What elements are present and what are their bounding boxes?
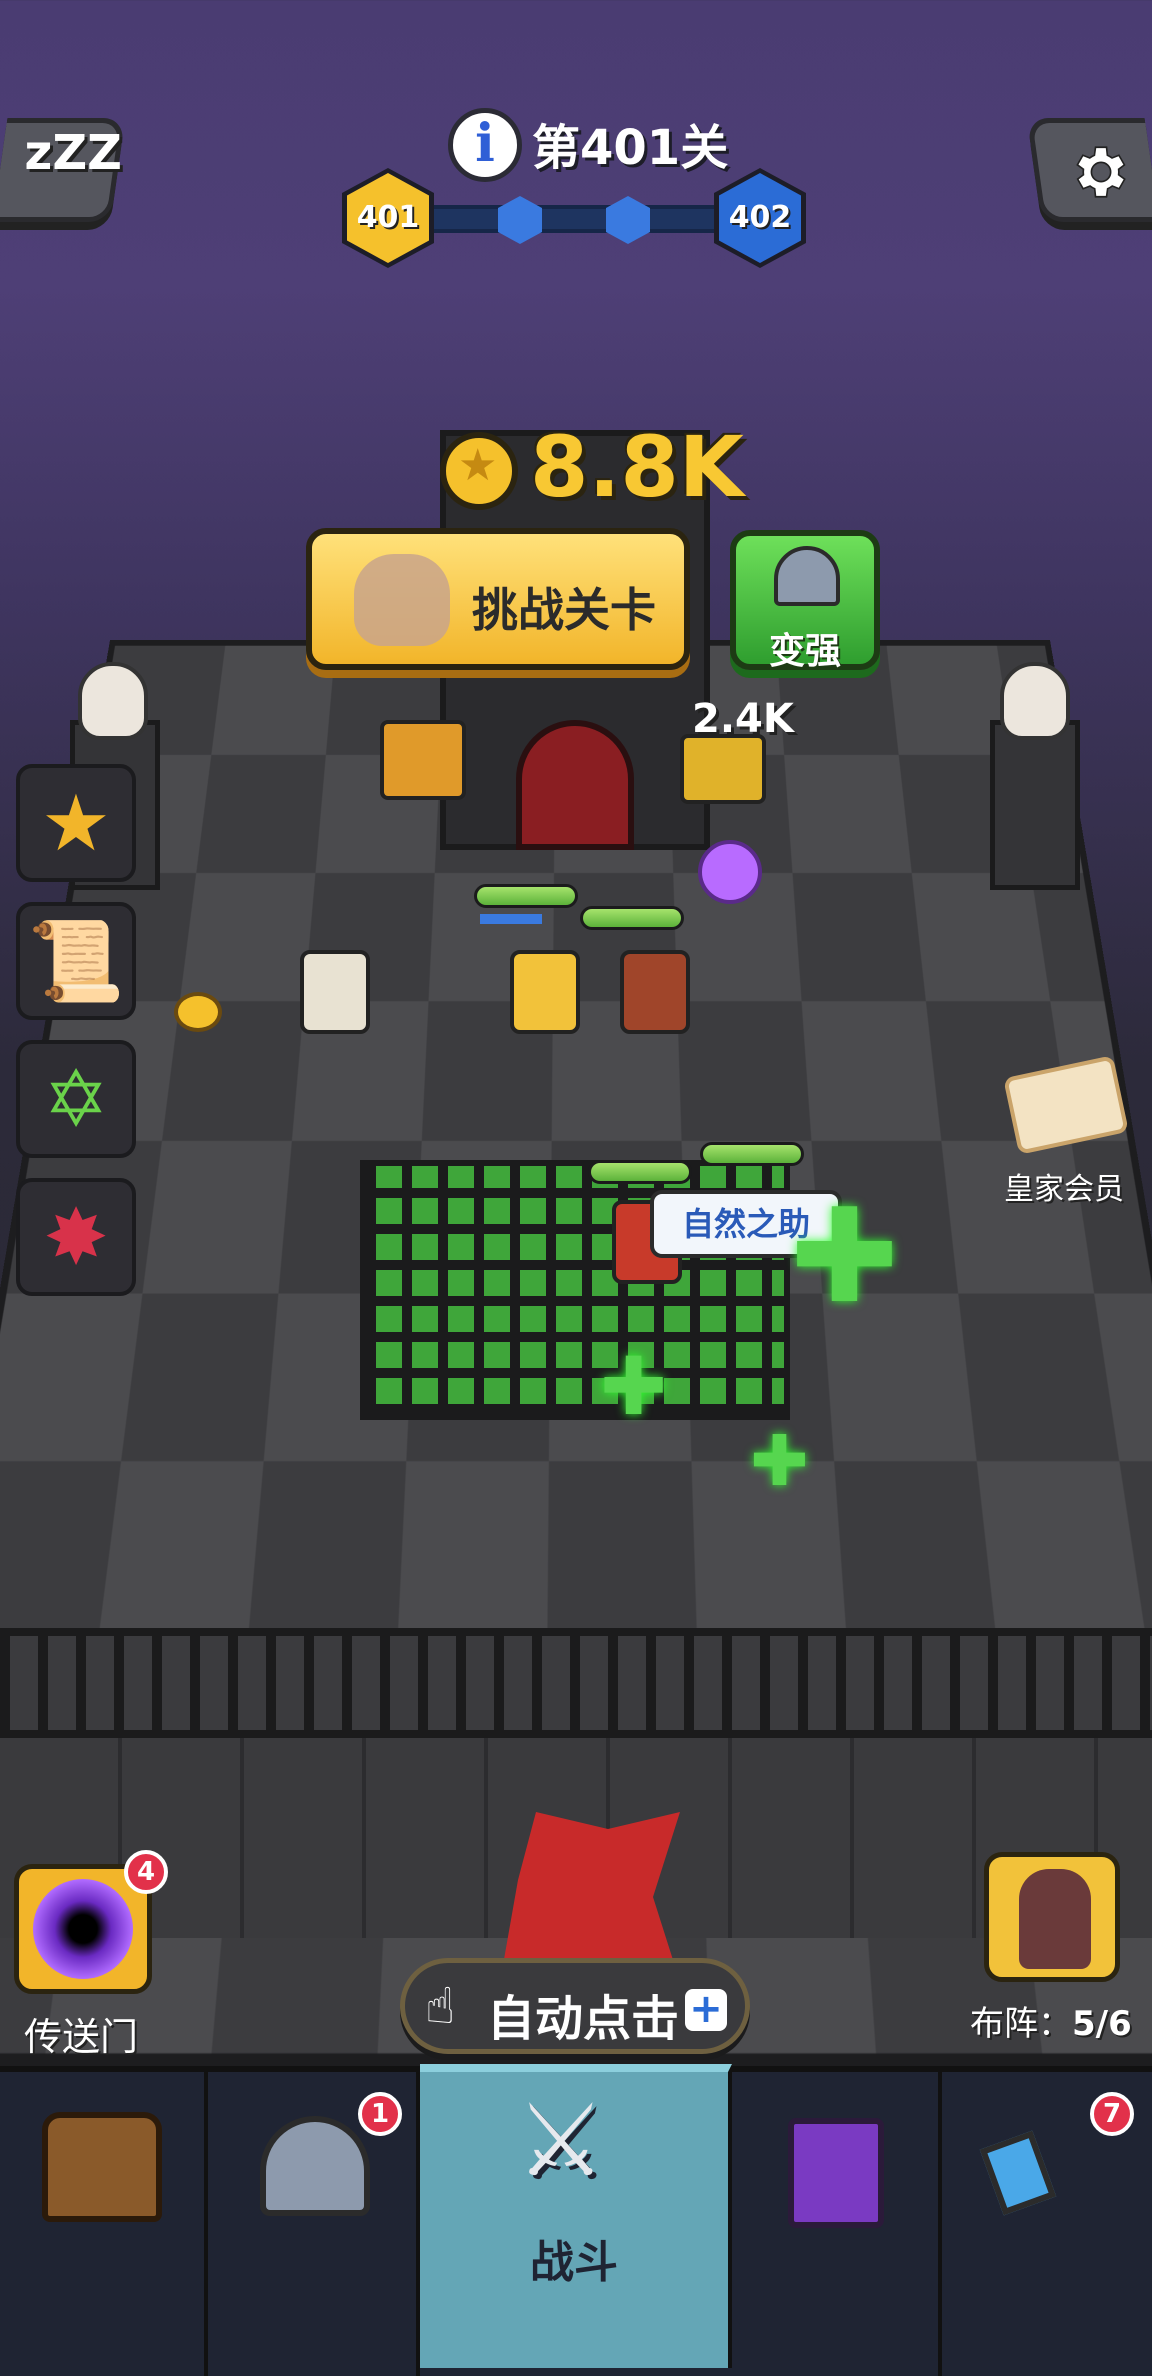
auto-click-button[interactable]: ☝ 自动点击 + <box>400 1958 750 2054</box>
sleep-button[interactable]: zZZ <box>0 118 126 222</box>
gold-coin-icon <box>440 432 518 510</box>
treasure-chest-icon <box>42 2112 162 2222</box>
left-skull-statue <box>78 662 148 740</box>
damage-popup: 2.4K <box>692 696 794 742</box>
winged-helmet-icon <box>774 546 840 606</box>
portal-vortex-icon <box>33 1879 133 1979</box>
heal-plus-icon: ✚ <box>600 1340 668 1433</box>
heal-plus-icon: ✚ <box>750 1420 809 1502</box>
hero-portrait-icon <box>1019 1869 1091 1969</box>
portal-label: 传送门 <box>24 2015 139 2059</box>
crossed-swords-icon: ⚔ <box>516 2082 606 2199</box>
auto-click-label: 自动点击 <box>487 1991 680 2047</box>
portal-badge: 4 <box>124 1850 168 1894</box>
formation-button[interactable] <box>984 1852 1120 1982</box>
gate-door <box>516 720 634 850</box>
enemy-block <box>380 720 466 800</box>
settings-button[interactable] <box>1026 118 1152 222</box>
spellbook-icon <box>788 2118 884 2228</box>
red-emblem-icon: ✸ <box>43 1193 109 1283</box>
level-title: 第401关 <box>532 120 729 176</box>
challenge-level-button[interactable]: 挑战关卡 <box>306 528 690 670</box>
hero-golden-warrior <box>510 950 580 1034</box>
enemy-health-bar <box>474 884 578 908</box>
add-icon[interactable]: + <box>685 1989 727 2031</box>
heal-plus-icon: ✚ <box>790 1180 899 1332</box>
enemy-brown-fighter <box>620 950 690 1034</box>
iron-fence <box>0 1628 1152 1738</box>
info-icon[interactable]: i <box>448 108 522 182</box>
artifacts-badge: 7 <box>1090 2092 1134 2136</box>
enemy-mana-bar <box>480 914 542 924</box>
current-level-badge: 401 <box>342 168 434 268</box>
formation-count: 5/6 <box>1072 2004 1132 2044</box>
podium-star-icon: ★ <box>41 779 111 869</box>
tab-battle[interactable]: ⚔ 战斗 <box>420 2064 732 2368</box>
royal-member-label[interactable]: 皇家会员 <box>1004 1164 1124 1208</box>
scroll-button[interactable]: 📜 <box>16 902 136 1020</box>
tab-battle-label: 战斗 <box>530 2237 618 2288</box>
progress-node <box>606 196 650 244</box>
gold-amount: 8.8K <box>530 418 744 516</box>
hero-white-knight <box>300 950 370 1034</box>
enemy-health-bar <box>580 906 684 930</box>
tab-spellbook[interactable] <box>732 2072 942 2376</box>
heroes-badge: 1 <box>358 2092 402 2136</box>
sleep-icon: zZZ <box>24 125 122 181</box>
enemy-block <box>680 734 766 804</box>
challenge-label: 挑战关卡 <box>472 583 656 637</box>
tab-artifacts[interactable]: 7 <box>942 2072 1152 2376</box>
scroll-icon: 📜 <box>27 917 125 1007</box>
progress-node <box>498 196 542 244</box>
power-up-label: 变强 <box>768 631 841 672</box>
pointing-hand-icon: ☝ <box>425 1977 456 2035</box>
next-level-badge: 402 <box>714 168 806 268</box>
red-emblem-button[interactable]: ✸ <box>16 1178 136 1296</box>
right-pillar <box>990 720 1080 890</box>
winged-helmet-icon <box>260 2116 370 2216</box>
poison-bomb-icon <box>698 840 762 904</box>
hexagram-icon: ✡ <box>43 1055 109 1145</box>
power-up-button[interactable]: 变强 <box>730 530 880 672</box>
hero-health-bar <box>588 1160 692 1184</box>
hero-health-bar <box>700 1142 804 1166</box>
amulet-icon <box>979 2130 1057 2216</box>
skull-icon <box>354 554 450 646</box>
right-skull-statue <box>1000 662 1070 740</box>
bottom-nav: 1 ⚔ 战斗 7 <box>0 2064 1152 2376</box>
tab-chest[interactable] <box>0 2072 208 2376</box>
hexagram-button[interactable]: ✡ <box>16 1040 136 1158</box>
tab-heroes[interactable]: 1 <box>208 2072 420 2376</box>
ranking-button[interactable]: ★ <box>16 764 136 882</box>
level-progress-track <box>420 205 740 233</box>
floor-coin-icon <box>174 992 222 1032</box>
gear-icon <box>1076 146 1126 198</box>
formation-label: 布阵：5/6 <box>970 2004 1132 2044</box>
